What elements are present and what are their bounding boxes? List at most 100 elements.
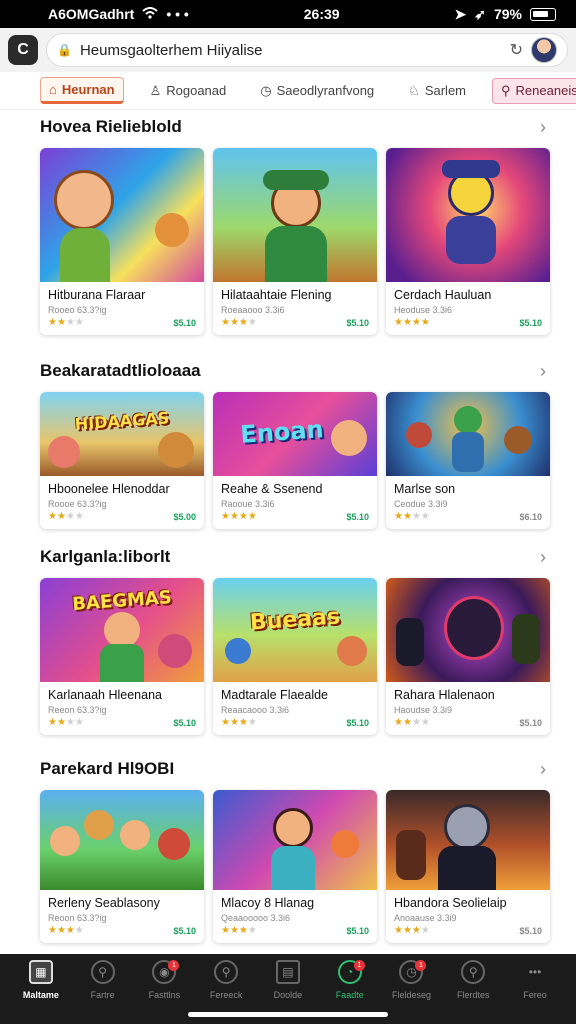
section: Karlganla:liborlt › BAEGMAS Karlanaah Hl… [0,544,576,735]
chevron-right-icon[interactable]: › [540,361,546,382]
nav-item-8[interactable]: ⚲ Flerdtes [445,960,501,1024]
rating-stars: ★★★★ [221,511,257,522]
nav-item-7[interactable]: ◷ 1 Fleldeseg [383,960,439,1024]
game-card[interactable]: Hilataahtaie Flening Roeaaooo 3.3i6 ★★★★… [213,148,377,335]
game-card[interactable]: Bueaas Madtarale Flaealde Reaacaooo 3.3i… [213,578,377,735]
game-thumbnail [40,148,204,282]
rating-stars: ★★★★ [221,717,257,728]
grid-icon: ▤ [275,960,300,984]
url-text[interactable]: Heumsgaolterhem Hiiyalise [80,42,502,59]
tab-home[interactable]: ⌂ Heurnan [40,77,124,104]
game-banner: BAEGMAS [71,586,173,615]
card-title: Hboonelee Hlenoddar [48,482,170,496]
price: $5.10 [519,925,542,936]
game-thumbnail [213,790,377,890]
url-bar[interactable]: 🔒 Heumsgaolterhem Hiiyalise ↻ [46,33,568,67]
tab-label: Rogoanad [166,83,227,98]
rating-stars: ★★★★ [48,717,84,728]
home-icon: ⌂ [49,82,57,97]
price: $5.10 [173,925,196,936]
card-subtitle: Roeaaooo 3.3i6 [221,305,285,315]
rating-stars: ★★★★ [394,511,430,522]
nav-item-store[interactable]: ▦ Maltame [13,960,69,1024]
nav-item-9[interactable]: ••• Fereo [507,960,563,1024]
lock-icon: 🔒 [57,43,72,57]
avatar[interactable] [531,37,557,63]
section: Hovea Rielieblold › Hitburana Flaraar Ro… [0,114,576,335]
tab-3[interactable]: ◷ Saeodlyranfvong [252,79,382,103]
card-title: Mlacoy 8 Hlanag [221,896,315,910]
status-time: 26:39 [303,6,340,22]
card-title: Rerleny Seablasony [48,896,160,910]
price: $5.10 [173,717,196,728]
nav-label: Fasttlns [148,990,181,1000]
tab-2[interactable]: ♙ Rogoanad [142,79,235,103]
card-title: Reahe & Ssenend [221,482,323,496]
card-title: Hbandora Seolielaip [394,896,507,910]
card-title: Karlanaah Hleenana [48,688,162,702]
card-title: Hitburana Flaraar [48,288,146,302]
chevron-right-icon[interactable]: › [540,547,546,568]
card-subtitle: Rooeo 63.3?ig [48,305,107,315]
card-subtitle: Heoduse 3.3i6 [394,305,453,315]
nav-item-2[interactable]: ⚲ Fartre [75,960,131,1024]
card-subtitle: Ceodue 3.3i9 [394,499,448,509]
section-title: Beakaratadtlioloaaa [40,361,201,380]
game-card[interactable]: Hbandora Seolielaip Anoaause 3.3i9 ★★★★ $… [386,790,550,943]
nav-label: Faadte [335,990,364,1000]
game-card[interactable]: Enoan Reahe & Ssenend Raooue 3.3i6 ★★★★ $… [213,392,377,529]
rating-stars: ★★★★ [48,317,84,328]
notification-badge: 1 [353,960,365,971]
wifi-icon [142,6,158,22]
game-thumbnail [386,578,550,682]
card-subtitle: Anoaause 3.3i9 [394,913,457,923]
game-banner: Bueaas [249,603,341,636]
reload-icon[interactable]: ↻ [510,40,523,60]
game-card[interactable]: Hitburana Flaraar Rooeo 63.3?ig ★★★★ $5.1… [40,148,204,335]
person-icon: ♘ [408,82,420,98]
game-card[interactable]: Rerleny Seablasony Reoon 63.3?ig ★★★★ $5.… [40,790,204,943]
game-thumbnail: Enoan [213,392,377,476]
tab-5[interactable]: ⚲ Reneaneis [492,77,576,104]
card-title: Rahara Hlalenaon [394,688,495,702]
game-card[interactable]: BAEGMAS Karlanaah Hleenana Reeon 63.3?ig… [40,578,204,735]
search-icon: ⚲ [90,960,115,984]
notification-badge: 1 [415,960,427,971]
game-thumbnail [213,148,377,282]
card-subtitle: Haoudse 3.3i9 [394,705,453,715]
game-card[interactable]: HIDAAGAS Hboonelee Hlenoddar Roooe 63.3?… [40,392,204,529]
chevron-right-icon[interactable]: › [540,759,546,780]
signal-icon: ➶ [474,5,486,22]
home-indicator[interactable] [188,1012,388,1017]
price: $5.10 [346,717,369,728]
tab-label: Sarlem [424,83,467,98]
lock-icon: ⚲ [501,82,511,98]
game-card[interactable]: Mlacoy 8 Hlanag Qeaaooooo 3.3i6 ★★★★ $5.1… [213,790,377,943]
section: Parekard Hl9OBI › Rerleny Seablasony Reo… [0,756,576,943]
price: $6.10 [519,511,542,522]
section-title: Parekard Hl9OBI [40,759,175,778]
nav-label: Fereeck [209,990,243,1000]
game-card[interactable]: Marlse son Ceodue 3.3i9 ★★★★ $6.10 [386,392,550,529]
carrier-label: A6OMGadhrt [48,6,135,22]
tab-label: Heurnan [61,82,115,97]
tab-4[interactable]: ♘ Sarlem [400,79,474,103]
game-thumbnail: Bueaas [213,578,377,682]
category-tabs: ⌂ Heurnan ♙ Rogoanad ◷ Saeodlyranfvong ♘… [0,72,576,110]
card-subtitle: Reaacaooo 3.3i6 [221,705,290,715]
search-icon: ⚲ [214,960,239,984]
nav-label: Fereo [523,990,547,1000]
nav-item-3[interactable]: ◉ 1 Fasttlns [136,960,192,1024]
game-card[interactable]: Cerdach Hauluan Heoduse 3.3i6 ★★★★ $5.10 [386,148,550,335]
rating-stars: ★★★★ [394,925,430,936]
rating-stars: ★★★★ [48,511,84,522]
user-icon: ♙ [149,82,162,98]
app-logo-icon[interactable]: C [8,35,38,65]
price: $5.10 [519,317,542,328]
chevron-right-icon[interactable]: › [540,117,546,138]
more-icon: ••• [528,965,542,979]
price: $5.10 [173,317,196,328]
card-title: Marlse son [394,482,456,496]
game-card[interactable]: Rahara Hlalenaon Haoudse 3.3i9 ★★★★ $5.10 [386,578,550,735]
nav-label: Doolde [273,990,303,1000]
